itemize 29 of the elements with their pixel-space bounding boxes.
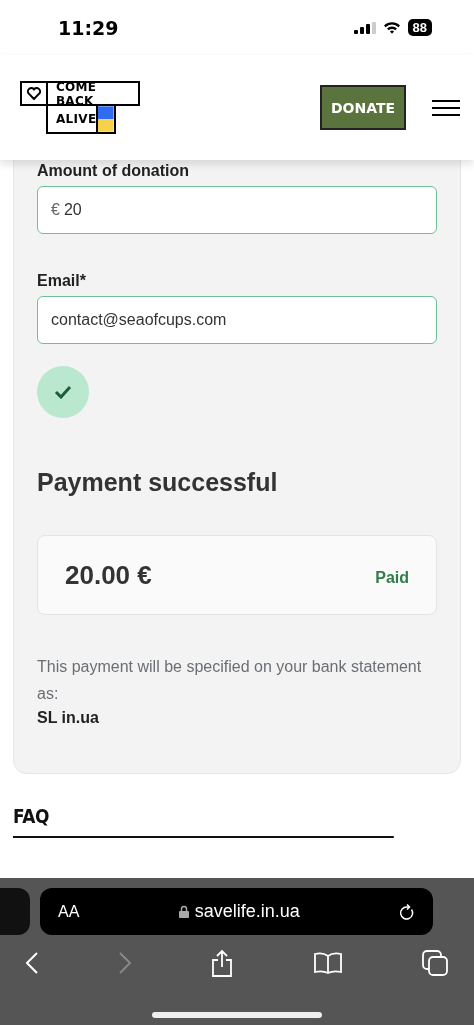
paid-amount: 20.00 € <box>65 559 152 591</box>
field-label: Email* <box>37 272 87 290</box>
payment-status: Paid <box>375 569 409 587</box>
book-icon[interactable] <box>313 952 342 974</box>
wifi-icon <box>382 21 401 34</box>
tabs-icon[interactable] <box>422 950 448 976</box>
share-icon[interactable] <box>211 949 233 977</box>
back-icon[interactable] <box>26 952 38 974</box>
menu-icon[interactable] <box>432 99 460 116</box>
address-bar[interactable]: AA savelife.in.ua <box>40 888 433 935</box>
signal-icon <box>353 21 376 34</box>
statement-note: This payment will be specified on your bank statement as: <box>37 657 423 704</box>
statement-descriptor: SL in.ua <box>37 709 100 727</box>
checkmark-icon <box>54 385 72 399</box>
faq-heading: FAQ <box>13 804 394 838</box>
lock-icon <box>178 905 189 918</box>
flag-icon <box>98 106 114 132</box>
battery-level: 88 <box>407 19 432 36</box>
tab-preview[interactable] <box>0 888 30 935</box>
url-text: savelife.in.ua <box>194 901 300 922</box>
amount-field[interactable]: € 20 <box>37 186 437 234</box>
donate-button[interactable]: DONATE <box>320 85 406 130</box>
heart-icon <box>26 87 41 100</box>
text-size-button[interactable]: AA <box>58 902 80 921</box>
status-title: Payment successful <box>37 468 279 497</box>
field-label: Amount of donation <box>37 162 190 180</box>
email-field[interactable]: contact@seaofcups.com <box>37 296 437 344</box>
status-time: 11:29 <box>58 16 119 39</box>
reload-icon[interactable] <box>399 902 415 921</box>
